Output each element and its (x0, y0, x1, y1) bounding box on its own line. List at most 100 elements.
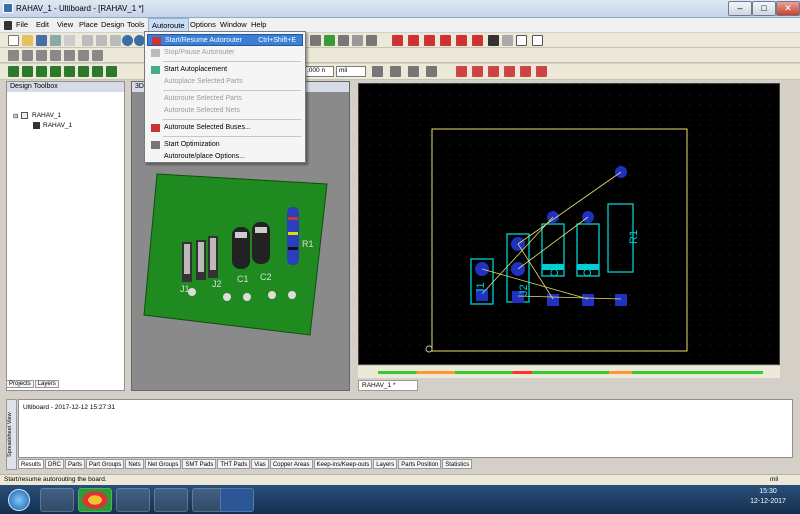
align-icon[interactable] (426, 66, 437, 77)
tree-child[interactable]: RAHAV_1 (43, 122, 72, 129)
tree-expander-icon[interactable]: ⊟ (13, 112, 18, 120)
tab-parts-position[interactable]: Parts Position (398, 459, 442, 469)
menu-options[interactable]: Options (190, 20, 216, 29)
menu-item-start-optimization[interactable]: Start Optimization (147, 139, 303, 151)
route-icon-3[interactable] (424, 35, 435, 46)
autoroute-tb-icon-4[interactable] (504, 66, 515, 77)
filter-icon-1[interactable] (8, 66, 19, 77)
tab-drc[interactable]: DRC (45, 459, 65, 469)
dimension-icon[interactable] (502, 35, 513, 46)
zoom-field[interactable]: .000 n (304, 66, 334, 77)
tab-copper-areas[interactable]: Copper Areas (269, 459, 313, 469)
route-icon-5[interactable] (456, 35, 467, 46)
tab-keep-ins-keep-outs[interactable]: Keep-ins/Keep-outs (313, 459, 373, 469)
menu-design[interactable]: Design (101, 20, 124, 29)
menu-item-stop-pause-autorouter[interactable]: Stop/Pause Autorouter (147, 47, 303, 59)
app-icon[interactable] (3, 3, 13, 13)
tab-part-groups[interactable]: Part Groups (86, 459, 125, 469)
tool-icon-3[interactable] (338, 35, 349, 46)
word-icon[interactable] (220, 488, 254, 512)
tab-projects[interactable]: Projects (6, 380, 34, 388)
help-icon[interactable] (532, 35, 543, 46)
explorer-icon[interactable] (40, 488, 74, 512)
select-icon-1[interactable] (8, 50, 19, 61)
tab-smt-pads[interactable]: SMT Pads (182, 459, 217, 469)
tab-vias[interactable]: Vias (251, 459, 269, 469)
route-icon-4[interactable] (440, 35, 451, 46)
select-icon-3[interactable] (36, 50, 47, 61)
save-icon[interactable] (36, 35, 47, 46)
preview-icon[interactable] (64, 35, 75, 46)
tab-statistics[interactable]: Statistics (442, 459, 473, 469)
ultiboard-task-icon[interactable] (116, 488, 150, 512)
pcb-layout-view[interactable]: R1 C1 C2 J2 J1 (358, 83, 780, 365)
select-icon-5[interactable] (64, 50, 75, 61)
filter-icon-5[interactable] (64, 66, 75, 77)
menu-item-start-resume-autorouter[interactable]: Start/Resume Autorouter Ctrl+Shift+E (147, 34, 303, 46)
tool-icon-1[interactable] (310, 35, 321, 46)
print-icon[interactable] (50, 35, 61, 46)
select-icon-4[interactable] (50, 50, 61, 61)
tab-results[interactable]: Results (18, 459, 45, 469)
menu-item-autoroute-selected-buses[interactable]: Autoroute Selected Buses... (147, 122, 303, 134)
tool-icon-2[interactable] (324, 35, 335, 46)
tab-parts[interactable]: Parts (65, 459, 86, 469)
menu-help[interactable]: Help (251, 20, 266, 29)
doc-icon[interactable] (4, 21, 12, 30)
tool-icon-5[interactable] (366, 35, 377, 46)
route-icon-6[interactable] (472, 35, 483, 46)
filter-icon-6[interactable] (78, 66, 89, 77)
minimize-button[interactable]: – (728, 1, 752, 16)
menu-view[interactable]: View (57, 20, 73, 29)
menu-tools[interactable]: Tools (127, 20, 145, 29)
menu-edit[interactable]: Edit (36, 20, 49, 29)
new-icon[interactable] (8, 35, 19, 46)
close-button[interactable]: ✕ (776, 1, 800, 16)
autoroute-tb-icon-1[interactable] (456, 66, 467, 77)
autoroute-tb-icon-3[interactable] (488, 66, 499, 77)
tree-root[interactable]: RAHAV_1 (32, 112, 61, 119)
app-task-icon[interactable] (154, 488, 188, 512)
menu-autoroute[interactable]: Autoroute (148, 18, 189, 32)
filter-icon-7[interactable] (92, 66, 103, 77)
filter-icon-2[interactable] (22, 66, 33, 77)
menu-item-autoroute-selected-nets[interactable]: Autoroute Selected Nets (147, 105, 303, 117)
menu-item-start-autoplacement[interactable]: Start Autoplacement (147, 64, 303, 76)
undo-icon[interactable] (122, 35, 133, 46)
text-icon[interactable] (488, 35, 499, 46)
clock[interactable]: 15:30 12-12-2017 (748, 487, 788, 507)
width-icon[interactable] (408, 66, 419, 77)
doc-tab[interactable]: RAHAV_1 * (358, 380, 418, 391)
menu-item-autoplace-selected-parts[interactable]: Autoplace Selected Parts (147, 76, 303, 88)
tab-layers-sheet[interactable]: Layers (373, 459, 398, 469)
start-button[interactable] (8, 489, 30, 511)
paste-icon[interactable] (110, 35, 121, 46)
menu-place[interactable]: Place (79, 20, 98, 29)
route-icon-2[interactable] (408, 35, 419, 46)
filter-icon-8[interactable] (106, 66, 117, 77)
tab-net-groups[interactable]: Net Groups (144, 459, 182, 469)
autoroute-tb-icon-6[interactable] (536, 66, 547, 77)
route-icon-1[interactable] (392, 35, 403, 46)
spreadsheet-view-label[interactable]: Spreadsheet View (6, 399, 17, 470)
select-icon-2[interactable] (22, 50, 33, 61)
open-icon[interactable] (22, 35, 33, 46)
fill-icon[interactable] (390, 66, 401, 77)
menu-item-autoroute-place-options[interactable]: Autoroute/place Options... (147, 151, 303, 163)
tab-layers[interactable]: Layers (34, 380, 59, 388)
filter-icon-3[interactable] (36, 66, 47, 77)
tool-icon-4[interactable] (352, 35, 363, 46)
tab-nets[interactable]: Nets (125, 459, 144, 469)
chrome-icon[interactable] (78, 488, 112, 512)
cut-icon[interactable] (82, 35, 93, 46)
select-icon-7[interactable] (92, 50, 103, 61)
tab-tht-pads[interactable]: THT Pads (217, 459, 251, 469)
select-icon-6[interactable] (78, 50, 89, 61)
menu-item-autoroute-selected-parts[interactable]: Autoroute Selected Parts (147, 93, 303, 105)
autoroute-tb-icon-2[interactable] (472, 66, 483, 77)
menu-file[interactable]: File (16, 20, 28, 29)
autoroute-tb-icon-5[interactable] (520, 66, 531, 77)
unit-select[interactable]: mil (336, 66, 366, 77)
filter-icon-4[interactable] (50, 66, 61, 77)
line-style-icon[interactable] (372, 66, 383, 77)
